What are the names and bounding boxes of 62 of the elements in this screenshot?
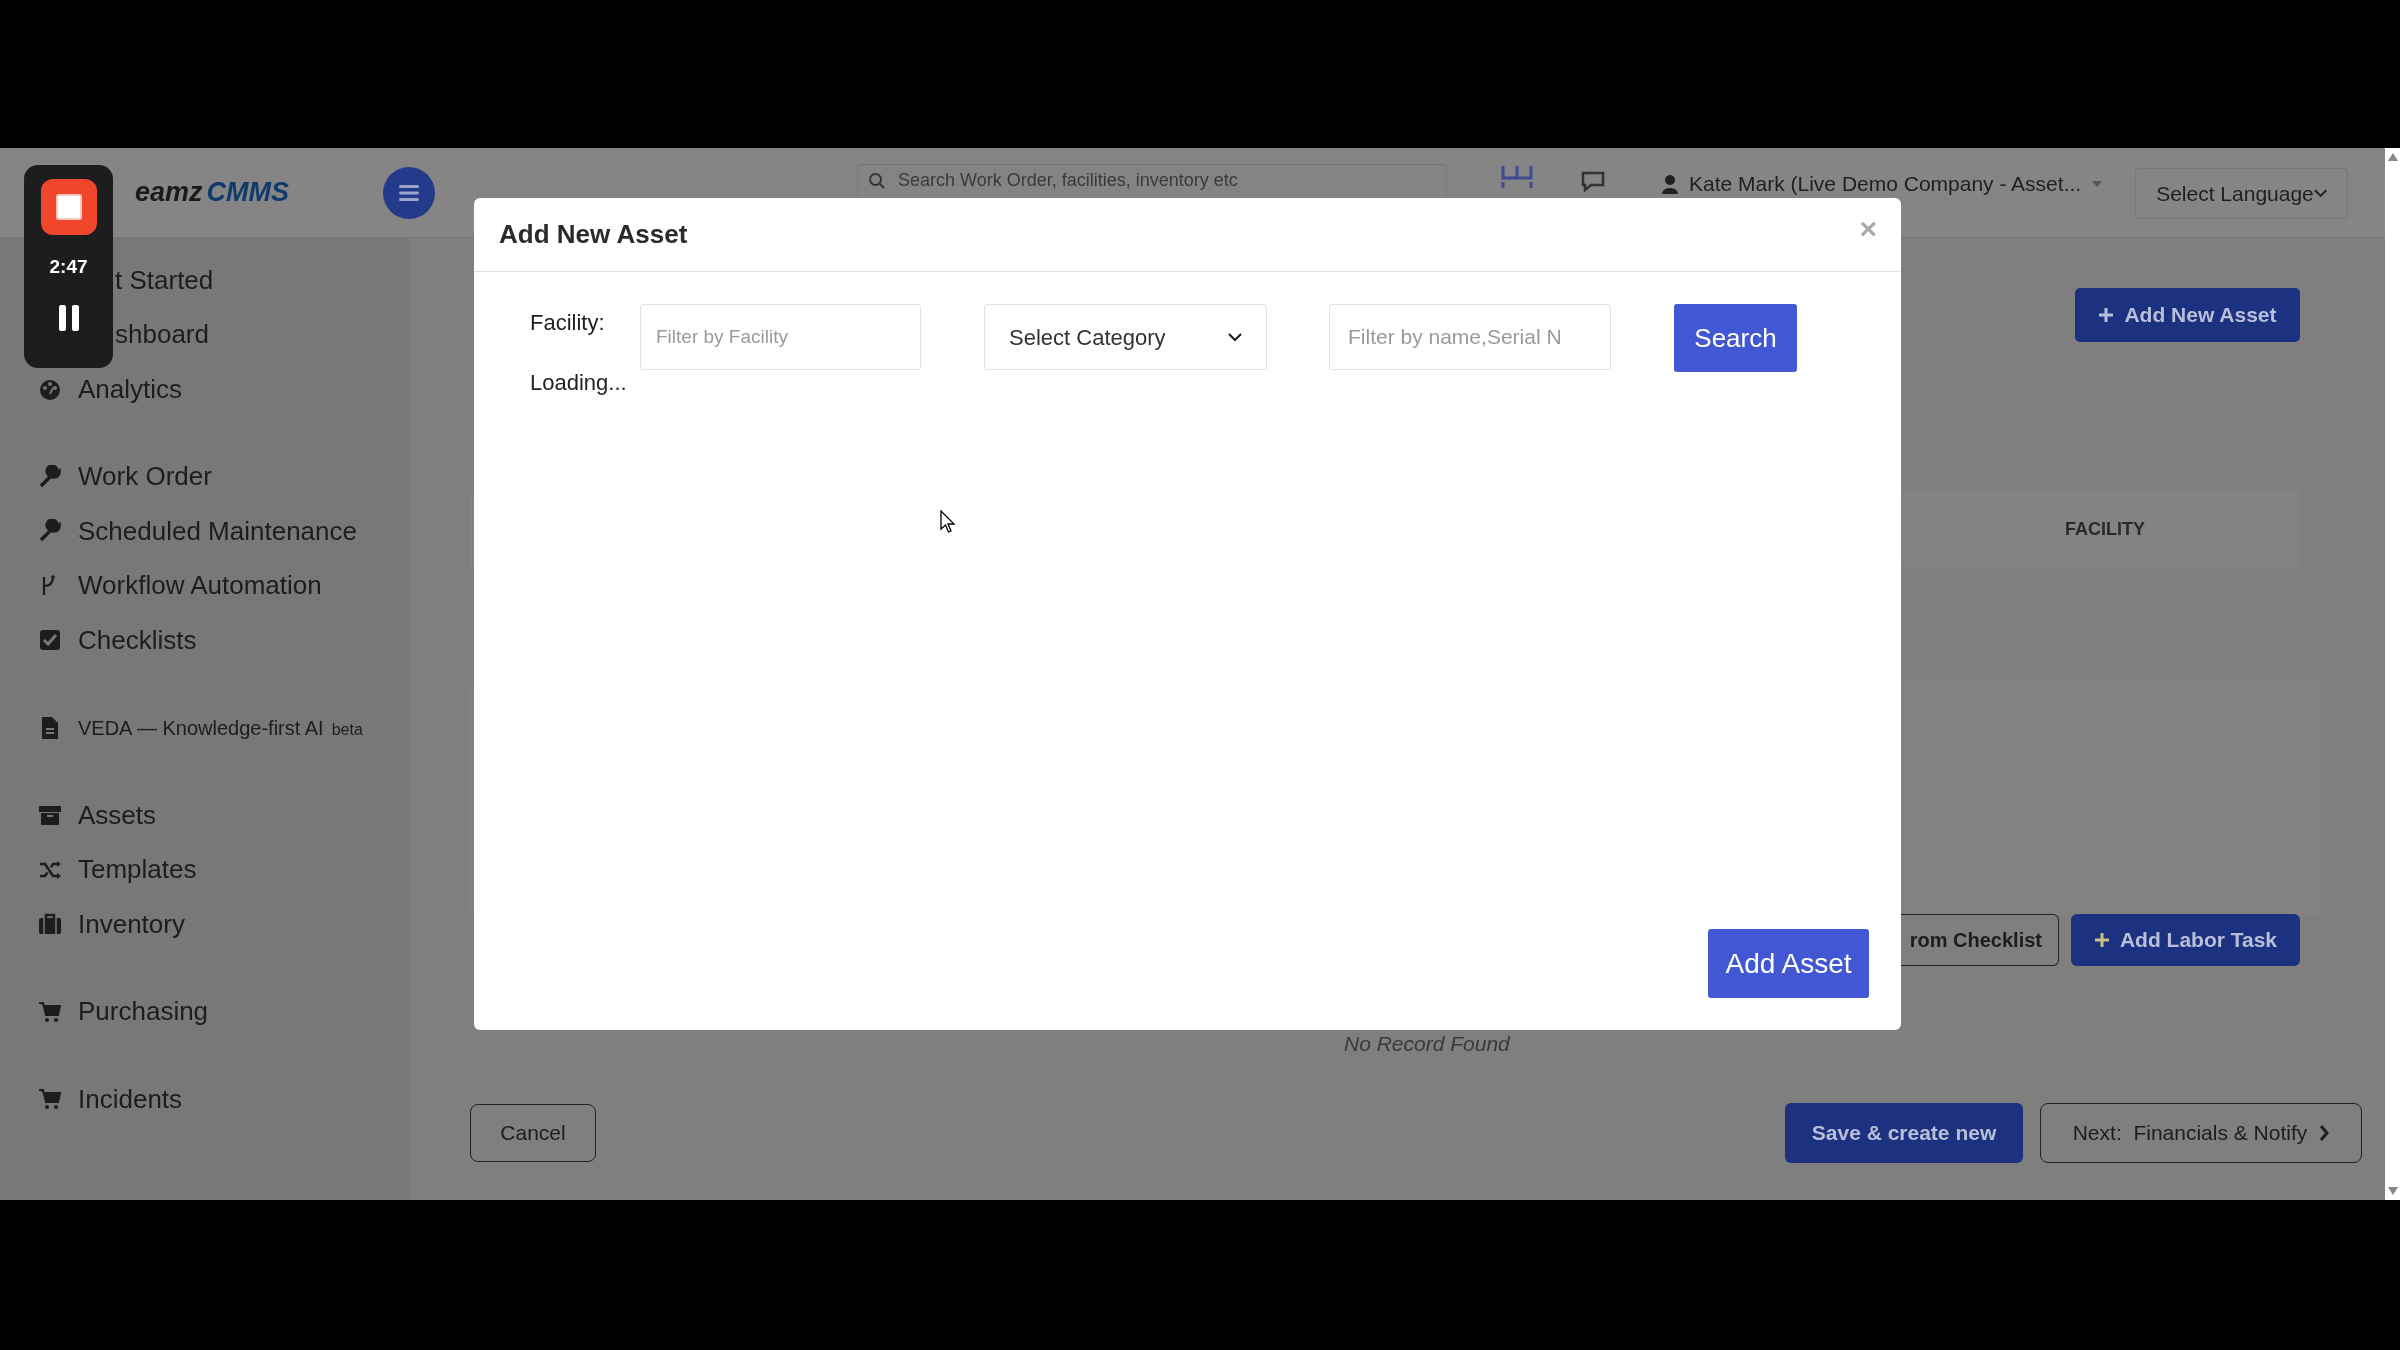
modal-title: Add New Asset <box>499 218 688 251</box>
sidebar-item[interactable]: Analytics <box>38 362 410 417</box>
logo-text: eamz <box>135 176 203 210</box>
search-icon <box>868 171 886 190</box>
search-button[interactable]: Search <box>1674 304 1797 372</box>
palette-icon <box>38 377 62 402</box>
sidebar-item[interactable]: Assets <box>38 788 410 843</box>
scroll-up-icon[interactable] <box>2386 152 2399 162</box>
close-button[interactable]: × <box>1859 206 1877 251</box>
user-name[interactable]: Kate Mark (Live Demo Company - Asset... <box>1689 168 2082 200</box>
scroll-down-icon[interactable] <box>2386 1186 2399 1196</box>
cursor-icon <box>940 510 956 534</box>
search-field[interactable]: Search Work Order, facilities, inventory etc <box>857 164 1447 196</box>
add-new-asset-button[interactable]: Add New Asset <box>2075 288 2300 342</box>
sidebar-item[interactable]: t Started <box>115 253 214 308</box>
sidebar-item[interactable]: Checklists <box>38 613 410 668</box>
scrollbar[interactable] <box>2385 148 2400 1200</box>
plus-icon <box>2093 932 2110 948</box>
empty-message: No Record Found <box>1344 1032 1510 1055</box>
plus-icon <box>2098 307 2115 323</box>
facility-filter-field[interactable]: Filter by Facility <box>640 304 921 370</box>
sidebar-item[interactable]: Incidents <box>38 1072 410 1127</box>
caret-icon <box>2091 179 2104 188</box>
loading-text: Loading... <box>530 369 627 397</box>
sidebar-item[interactable]: Inventory <box>38 897 410 952</box>
sidebar-item[interactable]: VEDA — Knowledge-first AI beta <box>38 700 410 755</box>
chevron-right-icon <box>2319 1124 2330 1141</box>
menu-button[interactable] <box>383 166 435 219</box>
column-header: FACILITY <box>2064 517 2146 541</box>
sidebar-item[interactable]: Scheduled Maintenance <box>38 504 410 559</box>
stop-recording-button[interactable] <box>40 179 97 235</box>
archive-icon <box>38 803 62 828</box>
beta-label: beta <box>331 719 363 740</box>
language-label: Select Language <box>2156 180 2314 207</box>
pause-icon[interactable] <box>56 303 81 332</box>
next-button[interactable]: Next: Financials & Notify <box>2040 1102 2362 1163</box>
save-create-new-button[interactable]: Save & create new <box>1785 1102 2023 1163</box>
facility-label: Facility: <box>530 309 606 337</box>
sidebar-item[interactable]: Purchasing <box>38 984 410 1039</box>
chevron-down-icon <box>2313 189 2328 198</box>
sidebar-item[interactable]: shboard <box>115 307 209 362</box>
cart-icon <box>38 999 62 1024</box>
chat-icon <box>1579 170 1607 192</box>
cart-icon <box>38 1087 62 1112</box>
search-placeholder: Search Work Order, facilities, inventory etc <box>898 169 1238 192</box>
recording-time: 2:47 <box>49 255 88 279</box>
task-button[interactable]: Add Labor Task <box>2071 914 2300 966</box>
briefcase-icon <box>38 912 62 937</box>
sidebar-item[interactable]: Templates <box>38 842 410 897</box>
cancel-button[interactable]: Cancel <box>470 1103 596 1162</box>
sidebar-item[interactable]: Workflow Automation <box>38 558 410 613</box>
name-filter-field[interactable]: Filter by name,Serial N <box>1329 304 1611 370</box>
add-asset-button[interactable]: Add Asset <box>1708 929 1869 998</box>
logo-brand: CMMS <box>206 176 290 210</box>
layout-icon <box>1500 164 1534 190</box>
checkbox-icon <box>38 628 62 653</box>
menu-icon <box>399 184 419 201</box>
user-icon <box>1661 173 1679 194</box>
category-select[interactable]: Select Category <box>984 304 1267 370</box>
sidebar-item[interactable]: Work Order <box>38 449 410 504</box>
chevron-down-icon <box>1228 332 1242 342</box>
language-select[interactable]: Select Language <box>2135 168 2349 219</box>
